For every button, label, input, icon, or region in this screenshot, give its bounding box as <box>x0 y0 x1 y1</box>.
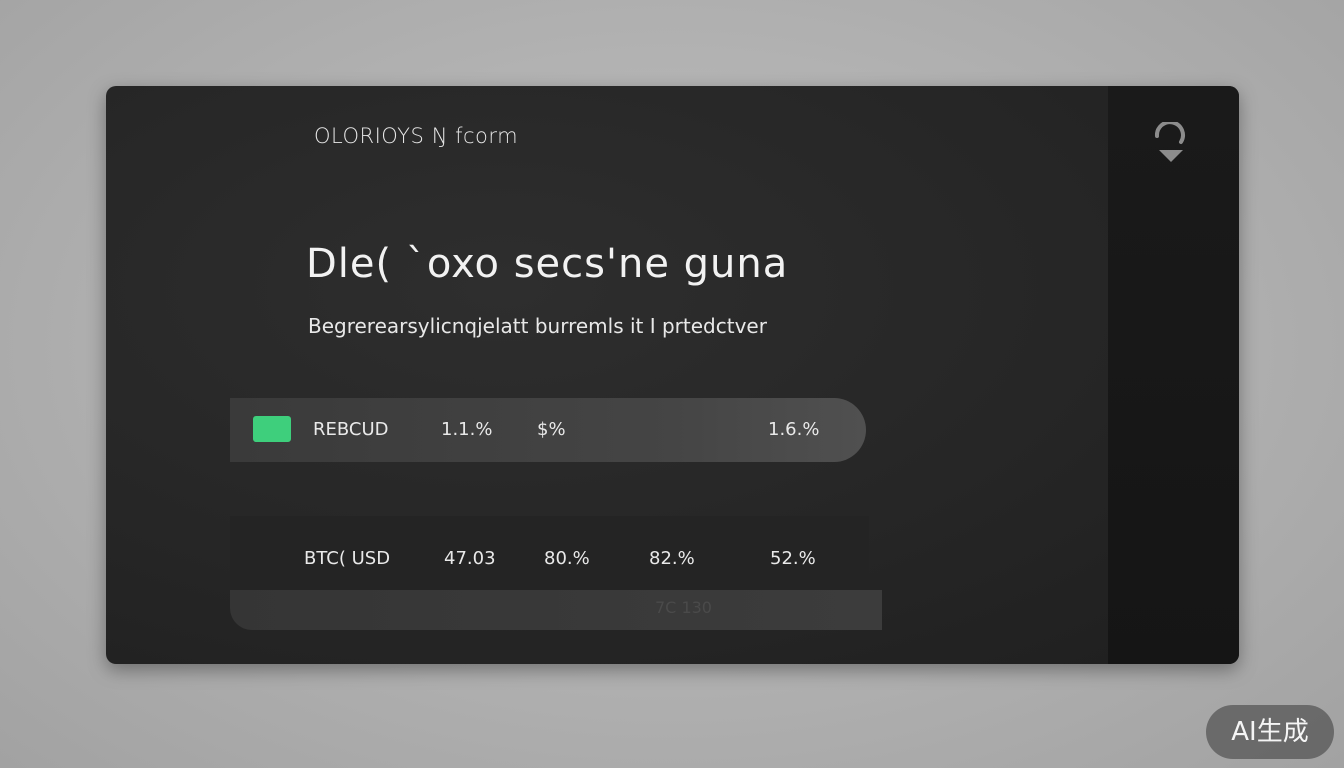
table-row[interactable]: REBCUD 1.1.% $% 1.6.% <box>230 398 866 462</box>
ticker-badge <box>253 416 291 442</box>
pair-label: REBCUD <box>313 419 389 440</box>
return-icon[interactable] <box>1151 120 1191 166</box>
pair-label: BTC( USD <box>304 548 391 569</box>
footer-text: 7C 130 <box>655 598 712 617</box>
table-footer-row: 7C 130 <box>230 590 882 630</box>
table-row[interactable]: BTC( USD 47.03 80.% 82.% 52.% <box>230 516 869 590</box>
value-cell: 82.% <box>649 548 695 569</box>
value-cell: 1.1.% <box>441 419 493 440</box>
value-cell: 47.03 <box>444 548 496 569</box>
main-card: OLORIOYS Ŋ fcorm Dle( `oxo secs'ne guna … <box>106 86 1239 664</box>
value-cell: 52.% <box>770 548 816 569</box>
ai-generated-badge: AI生成 <box>1206 705 1334 759</box>
side-panel <box>1108 86 1239 664</box>
brand-title: OLORIOYS Ŋ fcorm <box>314 124 519 148</box>
value-cell: 80.% <box>544 548 590 569</box>
value-cell: 1.6.% <box>768 419 820 440</box>
subtitle: Begrerearsylicnqjelatt burremls it I prt… <box>308 314 767 338</box>
value-cell: $% <box>537 419 566 440</box>
headline: Dle( `oxo secs'ne guna <box>306 241 789 287</box>
